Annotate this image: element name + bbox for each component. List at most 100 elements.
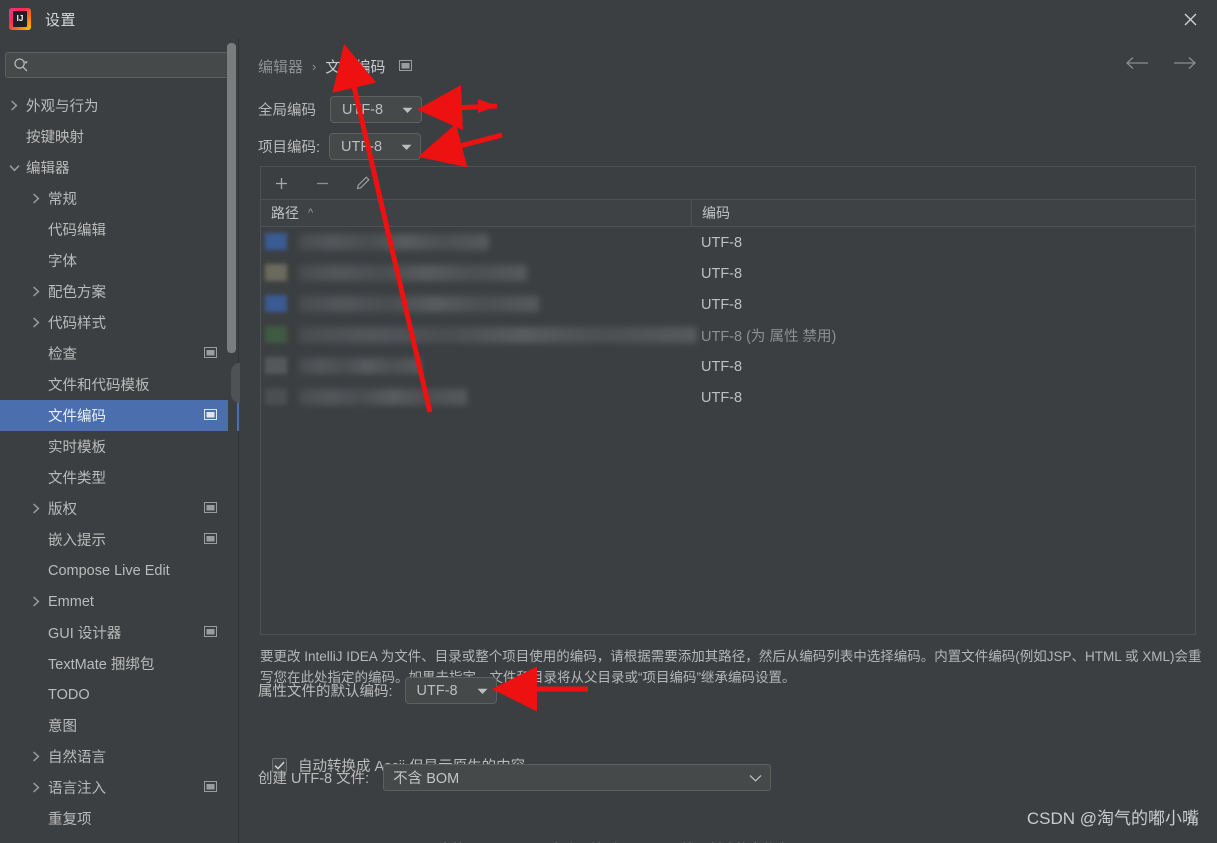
navigation-buttons [1125, 56, 1197, 75]
sidebar-scrollbar-thumb[interactable] [227, 43, 236, 353]
chevron-down-icon [477, 683, 488, 699]
global-encoding-row: 全局编码 UTF-8 [258, 96, 422, 123]
sidebar-item-12[interactable]: 文件类型 [0, 462, 239, 493]
sidebar-item-20[interactable]: 意图 [0, 710, 239, 741]
sidebar-item-6[interactable]: 配色方案 [0, 276, 239, 307]
chevron-right-icon[interactable] [6, 98, 22, 114]
chevron-right-icon[interactable] [28, 780, 44, 796]
sidebar-item-label: Compose Live Edit [48, 562, 170, 579]
create-utf8-row: 创建 UTF-8 文件: 不含 BOM [258, 764, 772, 791]
table-body[interactable]: UTF-8 UTF-8 UTF-8 UTF-8 (为 属性 禁用) UTF-8 UTF-8 [261, 227, 1195, 633]
sidebar-item-15[interactable]: Compose Live Edit [0, 555, 239, 586]
title-bar: IJ 设置 [0, 0, 1217, 38]
path-value-redacted [299, 234, 489, 250]
search-input[interactable] [32, 57, 228, 73]
table-row[interactable]: UTF-8 (为 属性 禁用) [261, 320, 1195, 351]
sidebar-item-16[interactable]: Emmet [0, 586, 239, 617]
sidebar-item-label: Emmet [48, 593, 94, 610]
properties-encoding-label: 属性文件的默认编码: [258, 684, 393, 700]
sidebar-item-label: 文件和代码模板 [48, 378, 150, 394]
table-row[interactable]: UTF-8 [261, 258, 1195, 289]
breadcrumb-parent[interactable]: 编辑器 [258, 56, 303, 77]
minus-icon[interactable] [312, 173, 332, 193]
chevron-right-icon[interactable] [28, 191, 44, 207]
sidebar-item-21[interactable]: 自然语言 [0, 741, 239, 772]
sidebar-scrollbar-track[interactable] [227, 38, 237, 791]
panel-indicator-icon [399, 58, 413, 75]
table-header: 路径 ^ 编码 [261, 200, 1195, 227]
sidebar-item-14[interactable]: 嵌入提示 [0, 524, 239, 555]
bom-hint: IDEA 不会将 UTF-8 BOM↗ 添加到每个以 UTF-8 编码创建的文件… [390, 838, 789, 843]
sidebar-item-label: 实时模板 [48, 440, 106, 456]
create-utf8-combo[interactable]: 不含 BOM [383, 764, 772, 791]
sort-ascending-icon: ^ [308, 207, 314, 219]
sidebar-item-23[interactable]: 重复项 [0, 803, 239, 834]
chevron-down-icon [749, 770, 762, 786]
file-type-icon [265, 357, 287, 374]
close-icon[interactable] [1163, 0, 1217, 38]
column-header-encoding-label: 编码 [702, 205, 730, 221]
sidebar-item-8[interactable]: 检查 [0, 338, 239, 369]
encoding-value: UTF-8 [701, 234, 743, 251]
sidebar-item-label: 文件编码 [48, 409, 106, 425]
sidebar-item-label: 按键映射 [26, 130, 84, 146]
create-utf8-label: 创建 UTF-8 文件: [258, 771, 370, 787]
project-encoding-label: 项目编码: [258, 140, 321, 156]
global-encoding-value: UTF-8 [342, 101, 384, 118]
table-toolbar [261, 167, 1195, 200]
sidebar-item-17[interactable]: GUI 设计器 [0, 617, 239, 648]
sidebar-item-19[interactable]: TODO [0, 679, 239, 710]
sidebar-item-0[interactable]: 外观与行为 [0, 90, 239, 121]
column-header-encoding[interactable]: 编码 [691, 200, 1195, 226]
properties-encoding-combo[interactable]: UTF-8 [404, 677, 497, 704]
chevron-right-icon[interactable] [28, 594, 44, 610]
sidebar-item-1[interactable]: 按键映射 [0, 121, 239, 152]
chevron-right-icon[interactable] [28, 501, 44, 517]
project-encoding-combo[interactable]: UTF-8 [329, 133, 422, 160]
chevron-right-icon[interactable] [28, 284, 44, 300]
chevron-right-icon[interactable] [28, 749, 44, 765]
sidebar-item-4[interactable]: 代码编辑 [0, 214, 239, 245]
sidebar-item-10[interactable]: 文件编码 [0, 400, 239, 431]
breadcrumb: 编辑器 › 文件编码 [258, 56, 413, 77]
path-value-redacted [299, 296, 539, 312]
file-type-icon [265, 295, 287, 312]
pencil-icon[interactable] [353, 173, 373, 193]
sidebar-item-11[interactable]: 实时模板 [0, 431, 239, 462]
sidebar-item-label: 编辑器 [26, 161, 70, 177]
sidebar-item-9[interactable]: 文件和代码模板 [0, 369, 239, 400]
sidebar-item-label: GUI 设计器 [48, 626, 122, 642]
global-encoding-combo[interactable]: UTF-8 [330, 96, 422, 123]
sidebar-item-label: 语言注入 [48, 781, 106, 797]
settings-tree[interactable]: 外观与行为按键映射编辑器常规 代码编辑 字体 配色方案 代码样式 检查文件和代码模板 文件编… [0, 90, 239, 843]
file-type-icon [265, 326, 287, 343]
sidebar-item-13[interactable]: 版权 [0, 493, 239, 524]
sidebar-item-label: 自然语言 [48, 750, 106, 766]
plus-icon[interactable] [271, 173, 291, 193]
sidebar-item-2[interactable]: 编辑器 [0, 152, 239, 183]
encoding-value: UTF-8 [701, 358, 743, 375]
table-row[interactable]: UTF-8 [261, 351, 1195, 382]
column-header-path[interactable]: 路径 ^ [261, 200, 691, 226]
table-row[interactable]: UTF-8 [261, 382, 1195, 413]
chevron-down-icon [402, 102, 413, 118]
window-title: 设置 [45, 11, 77, 29]
file-type-icon [265, 233, 287, 250]
sidebar-item-22[interactable]: 语言注入 [0, 772, 239, 803]
column-header-path-label: 路径 [271, 205, 299, 221]
table-row[interactable]: UTF-8 [261, 227, 1195, 258]
settings-window: IJ 设置 外观与行为 按键映射 编辑器 常规 代码编辑 字体 配色方案 代码样式 检查 文件和代… [0, 0, 1217, 843]
panel-indicator-icon [204, 532, 217, 548]
search-field-wrapper[interactable] [5, 52, 229, 78]
panel-indicator-icon [204, 346, 217, 362]
sidebar-item-3[interactable]: 常规 [0, 183, 239, 214]
table-row[interactable]: UTF-8 [261, 289, 1195, 320]
sidebar-item-18[interactable]: TextMate 捆绑包 [0, 648, 239, 679]
nav-back-icon[interactable] [1125, 56, 1149, 75]
chevron-right-icon[interactable] [28, 315, 44, 331]
sidebar-item-7[interactable]: 代码样式 [0, 307, 239, 338]
sidebar-item-5[interactable]: 字体 [0, 245, 239, 276]
chevron-down-icon[interactable] [6, 160, 22, 176]
breadcrumb-current: 文件编码 [325, 59, 386, 76]
nav-forward-icon[interactable] [1173, 56, 1197, 75]
